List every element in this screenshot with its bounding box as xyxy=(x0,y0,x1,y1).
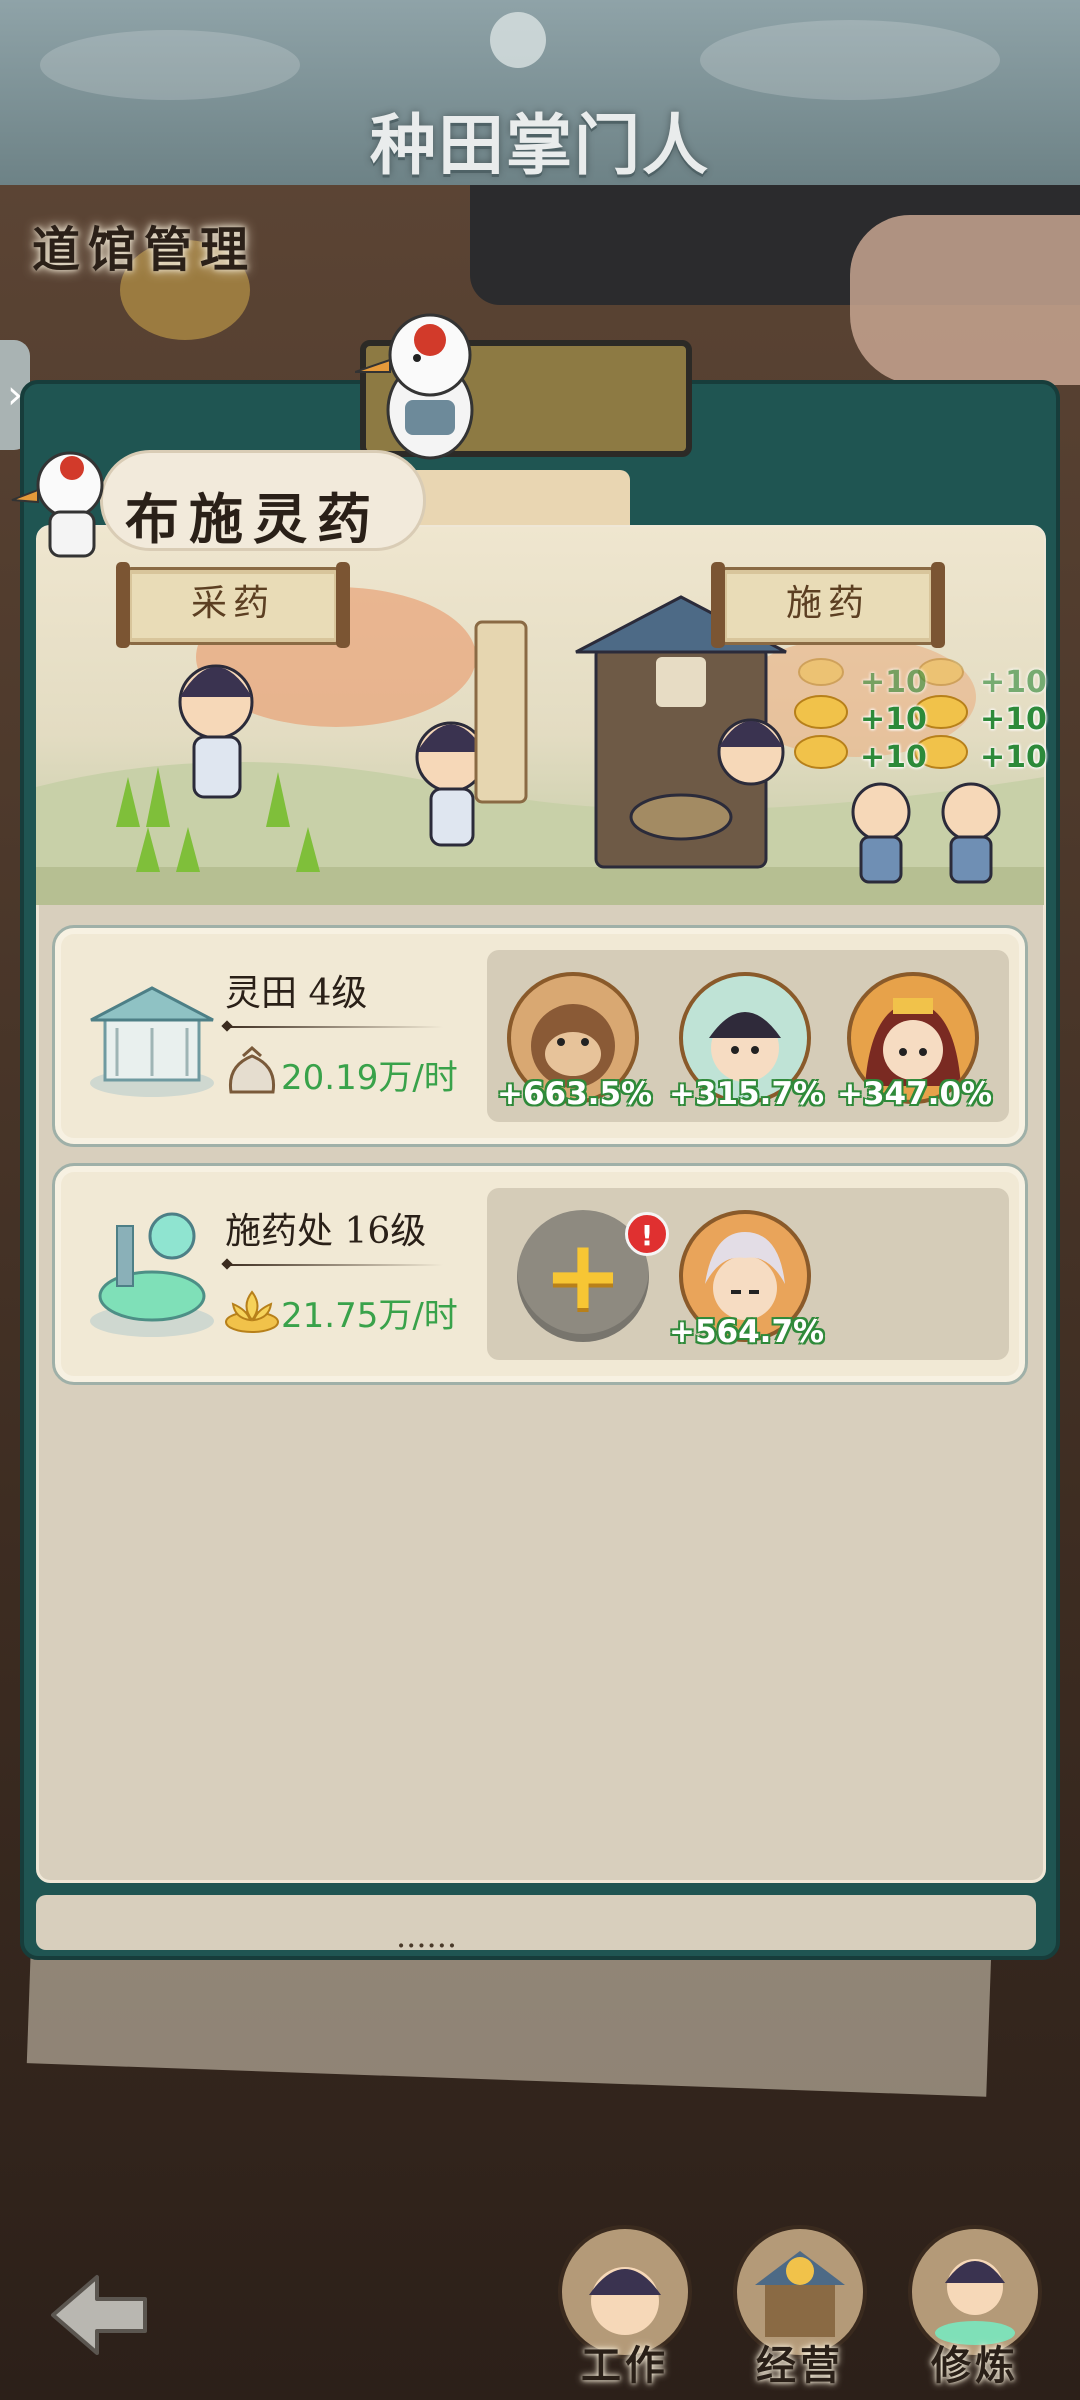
section-title: 布施灵药 xyxy=(125,487,381,551)
bonus-percent: +347.0% xyxy=(837,1076,993,1112)
medicine-hall-building-icon xyxy=(90,1212,214,1337)
game-logo: 种田掌门人 xyxy=(370,106,710,184)
nav-work-button[interactable]: 工作 xyxy=(550,2225,700,2395)
alert-badge: ! xyxy=(625,1212,669,1256)
top-banner: 种田掌门人 xyxy=(0,0,1080,185)
reward-float-text: +10 xyxy=(860,702,927,737)
reward-float-text: +10 xyxy=(980,702,1047,737)
nav-work-label: 工作 xyxy=(581,2342,669,2389)
add-disciple-button[interactable]: + ! xyxy=(517,1210,669,1342)
bonus-percent: +564.7% xyxy=(669,1314,825,1350)
cloud-decoration xyxy=(40,30,300,100)
nav-business-button[interactable]: 经营 xyxy=(725,2225,875,2395)
distribute-herbs-button[interactable]: 施药 xyxy=(711,562,945,648)
cloud-decoration xyxy=(700,20,1000,100)
nav-cultivate-label: 修炼 xyxy=(931,2342,1019,2389)
reward-float-text: +10 xyxy=(860,665,927,700)
building-name: 灵田 4级 xyxy=(225,973,368,1014)
golden-lotus-icon xyxy=(225,1290,279,1333)
page-title: 道馆管理 xyxy=(32,222,257,278)
reward-float-text: +10 xyxy=(980,740,1047,775)
hand-decoration xyxy=(850,215,1080,385)
nav-business-label: 经营 xyxy=(756,2342,844,2389)
back-arrow-icon[interactable] xyxy=(45,2265,155,2365)
moon-decoration xyxy=(490,12,546,68)
disciple-slots: + ! +564.7% xyxy=(487,1188,1009,1360)
production-rate: 20.19万/时 xyxy=(281,1058,458,1098)
divider xyxy=(223,1264,443,1266)
crane-icon xyxy=(11,451,104,558)
reward-float-text: +10 xyxy=(980,665,1047,700)
building-name: 施药处 16级 xyxy=(225,1211,427,1252)
disciple-slots: +663.5% +315.7% +347.0% xyxy=(487,950,1009,1122)
building-row-spirit-field[interactable]: 灵田 4级 20.19万/时 +663.5% +315.7% +347.0% xyxy=(52,925,1028,1147)
next-card-strip: ...... xyxy=(36,1895,1036,1955)
herb-bundle-icon xyxy=(228,1046,276,1094)
bonus-percent: +663.5% xyxy=(497,1076,653,1112)
nav-cultivate-button[interactable]: 修炼 xyxy=(900,2225,1050,2395)
divider xyxy=(223,1026,443,1028)
reward-float-text: +10 xyxy=(860,740,927,775)
gather-herbs-button[interactable]: 采药 xyxy=(116,562,350,648)
spirit-field-building-icon xyxy=(90,986,214,1097)
building-row-medicine-hall[interactable]: 施药处 16级 21.75万/时 + ! +564.7% xyxy=(52,1163,1028,1385)
bonus-percent: +315.7% xyxy=(669,1076,825,1112)
production-rate: 21.75万/时 xyxy=(281,1296,458,1336)
